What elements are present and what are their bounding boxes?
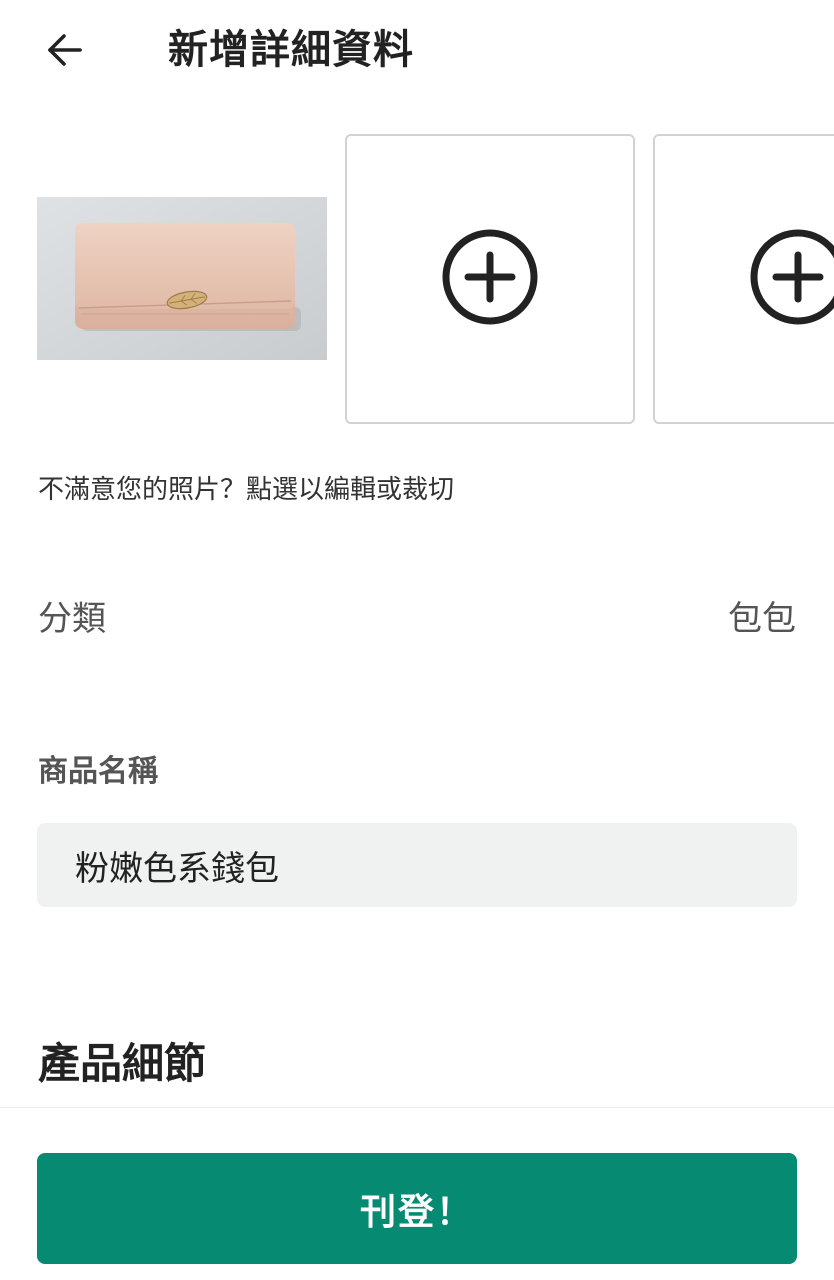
plus-circle-icon xyxy=(748,227,834,331)
product-name-label: 商品名稱 xyxy=(38,754,158,789)
category-value: 包包 xyxy=(728,599,796,639)
add-photo-button[interactable] xyxy=(653,134,834,424)
product-name-input[interactable] xyxy=(37,823,797,907)
product-photo[interactable] xyxy=(37,197,327,360)
photo-edit-hint[interactable]: 不滿意您的照片？點選以編輯或裁切 xyxy=(38,472,454,508)
page-title: 新增詳細資料 xyxy=(168,27,414,73)
add-photo-button[interactable] xyxy=(345,134,635,424)
footer-divider xyxy=(0,1107,834,1108)
product-details-heading: 產品細節 xyxy=(38,1039,207,1088)
wallet-photo-image xyxy=(37,197,327,360)
back-button[interactable] xyxy=(38,28,90,76)
category-label: 分類 xyxy=(38,599,106,639)
header: 新增詳細資料 xyxy=(0,0,834,100)
page: 新增詳細資料 不滿意您的照片？點選以編輯或裁切 分類 包包 商品名稱 粉嫩色系錢… xyxy=(0,0,834,1280)
plus-circle-icon xyxy=(440,227,540,331)
category-row[interactable]: 分類 包包 xyxy=(0,580,834,660)
publish-button[interactable]: 刊登！ xyxy=(37,1153,797,1264)
arrow-left-icon xyxy=(44,30,84,74)
